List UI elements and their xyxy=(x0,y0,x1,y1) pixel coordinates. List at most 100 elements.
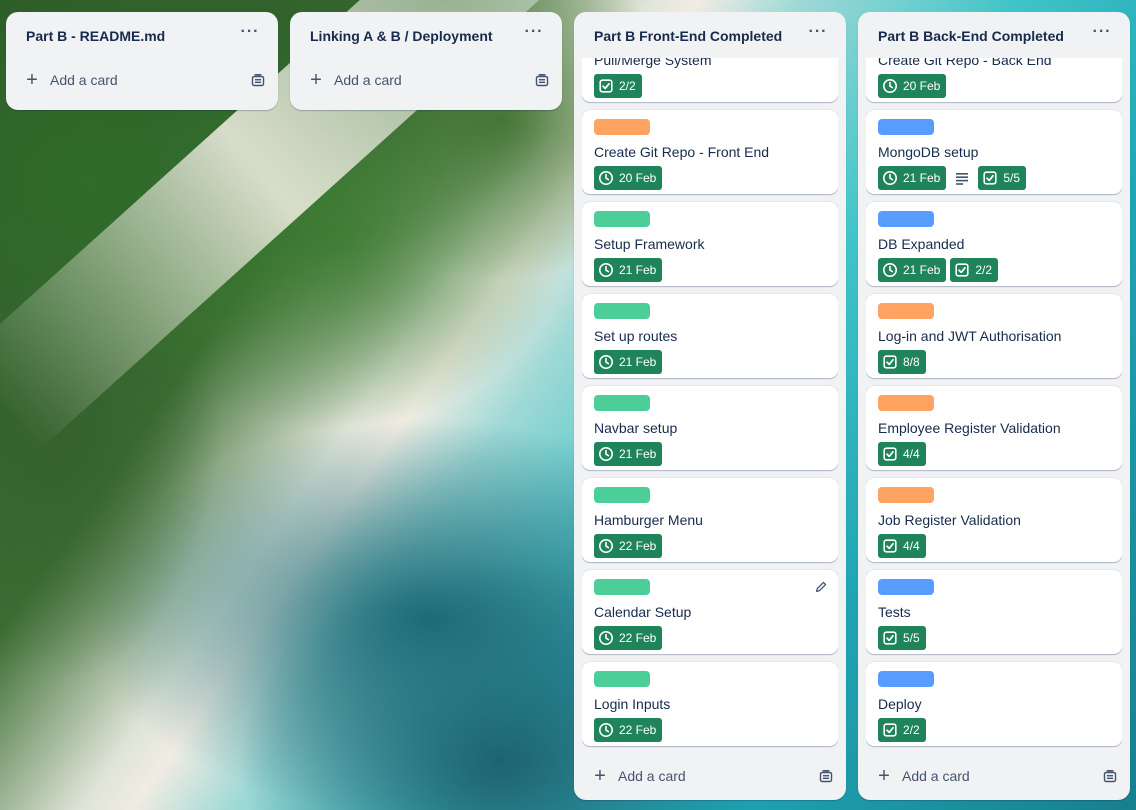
clock-icon xyxy=(598,722,614,738)
add-card-label: Add a card xyxy=(50,72,118,88)
list-menu-button[interactable]: ··· xyxy=(518,20,550,52)
checklist-icon xyxy=(982,170,998,186)
card-label-blue[interactable] xyxy=(878,671,934,687)
card-label-orange[interactable] xyxy=(878,303,934,319)
description-icon xyxy=(950,166,974,190)
add-card-button[interactable]: + Add a card xyxy=(590,766,686,786)
list-linking-deployment: Linking A & B / Deployment ··· + Add a c… xyxy=(290,12,562,110)
list-title[interactable]: Part B - README.md xyxy=(26,28,165,44)
list-menu-button[interactable]: ··· xyxy=(234,20,266,52)
list-header: Part B - README.md ··· xyxy=(6,12,278,60)
due-date-badge[interactable]: 21 Feb xyxy=(594,258,663,282)
card[interactable]: Set up routes 21 Feb xyxy=(582,294,838,378)
clock-icon xyxy=(598,630,614,646)
checklist-badge[interactable]: 5/5 xyxy=(878,626,926,650)
card[interactable]: Pull/Merge System 2/2 xyxy=(582,58,838,102)
badge-text: 20 Feb xyxy=(903,79,941,93)
list-title[interactable]: Part B Front-End Completed xyxy=(594,28,782,44)
card[interactable]: Calendar Setup 22 Feb xyxy=(582,570,838,654)
checklist-badge[interactable]: 2/2 xyxy=(594,74,642,98)
card-label-green[interactable] xyxy=(594,579,650,595)
card[interactable]: Log-in and JWT Authorisation 8/8 xyxy=(866,294,1122,378)
badge-text: 21 Feb xyxy=(903,171,941,185)
due-date-badge[interactable]: 22 Feb xyxy=(594,626,663,650)
card-label-orange[interactable] xyxy=(594,119,650,135)
badge-text: 4/4 xyxy=(903,447,920,461)
badge-text: 20 Feb xyxy=(619,171,657,185)
add-card-button[interactable]: + Add a card xyxy=(874,766,970,786)
card-badges: 4/4 xyxy=(878,442,1110,466)
badge-text: 5/5 xyxy=(903,631,920,645)
card-label-orange[interactable] xyxy=(878,395,934,411)
card[interactable]: Login Inputs 22 Feb xyxy=(582,662,838,746)
add-card-row: + Add a card xyxy=(858,756,1130,796)
card[interactable]: Navbar setup 21 Feb xyxy=(582,386,838,470)
checklist-badge[interactable]: 2/2 xyxy=(950,258,999,282)
due-date-badge[interactable]: 20 Feb xyxy=(594,166,663,190)
plus-icon: + xyxy=(594,765,606,787)
checklist-badge[interactable]: 8/8 xyxy=(878,350,926,374)
card[interactable]: Create Git Repo - Back End 20 Feb xyxy=(866,58,1122,102)
add-card-button[interactable]: + Add a card xyxy=(22,70,118,90)
due-date-badge[interactable]: 21 Feb xyxy=(878,166,947,190)
badge-text: 21 Feb xyxy=(619,355,657,369)
due-date-badge[interactable]: 21 Feb xyxy=(594,442,663,466)
card-label-green[interactable] xyxy=(594,211,650,227)
card-label-green[interactable] xyxy=(594,487,650,503)
card-container[interactable]: Create Git Repo - Back End 20 Feb MongoDB … xyxy=(866,58,1122,754)
card[interactable]: Deploy 2/2 xyxy=(866,662,1122,746)
pencil-icon[interactable] xyxy=(814,580,828,599)
card-label-green[interactable] xyxy=(594,303,650,319)
card-badges: 22 Feb xyxy=(594,534,826,558)
list-back-end-completed: Part B Back-End Completed ··· Create Git… xyxy=(858,12,1130,800)
card-container[interactable]: Pull/Merge System 2/2 Create Git Repo - Fr… xyxy=(582,58,838,754)
card-template-icon[interactable] xyxy=(1102,768,1118,784)
card-badges: 5/5 xyxy=(878,626,1110,650)
card-title: Calendar Setup xyxy=(594,604,692,620)
card-template-icon[interactable] xyxy=(534,72,550,88)
card-title: DB Expanded xyxy=(878,236,965,252)
list-menu-button[interactable]: ··· xyxy=(1086,20,1118,52)
card-label-blue[interactable] xyxy=(878,211,934,227)
checklist-badge[interactable]: 4/4 xyxy=(878,534,926,558)
card-label-green[interactable] xyxy=(594,395,650,411)
clock-icon xyxy=(598,538,614,554)
card[interactable]: Employee Register Validation 4/4 xyxy=(866,386,1122,470)
checklist-icon xyxy=(954,262,970,278)
due-date-badge[interactable]: 20 Feb xyxy=(878,74,947,98)
card-label-blue[interactable] xyxy=(878,579,934,595)
card[interactable]: DB Expanded 21 Feb 2/2 xyxy=(866,202,1122,286)
card[interactable]: MongoDB setup 21 Feb 5/5 xyxy=(866,110,1122,194)
card-label-blue[interactable] xyxy=(878,119,934,135)
card[interactable]: Tests 5/5 xyxy=(866,570,1122,654)
list-title[interactable]: Linking A & B / Deployment xyxy=(310,28,493,44)
card[interactable]: Job Register Validation 4/4 xyxy=(866,478,1122,562)
card[interactable]: Hamburger Menu 22 Feb xyxy=(582,478,838,562)
checklist-badge[interactable]: 2/2 xyxy=(878,718,926,742)
card-badges: 21 Feb 5/5 xyxy=(878,166,1110,190)
list-header: Part B Back-End Completed ··· xyxy=(858,12,1130,60)
due-date-badge[interactable]: 21 Feb xyxy=(878,258,947,282)
due-date-badge[interactable]: 22 Feb xyxy=(594,718,663,742)
checklist-badge[interactable]: 4/4 xyxy=(878,442,926,466)
list-header: Part B Front-End Completed ··· xyxy=(574,12,846,60)
badge-text: 2/2 xyxy=(903,723,920,737)
due-date-badge[interactable]: 21 Feb xyxy=(594,350,663,374)
card-template-icon[interactable] xyxy=(818,768,834,784)
checklist-badge[interactable]: 5/5 xyxy=(978,166,1027,190)
list-title[interactable]: Part B Back-End Completed xyxy=(878,28,1064,44)
card-title: Pull/Merge System xyxy=(594,58,712,68)
badge-text: 22 Feb xyxy=(619,539,657,553)
add-card-button[interactable]: + Add a card xyxy=(306,70,402,90)
card[interactable]: Create Git Repo - Front End 20 Feb xyxy=(582,110,838,194)
card-template-icon[interactable] xyxy=(250,72,266,88)
add-card-label: Add a card xyxy=(334,72,402,88)
card-label-green[interactable] xyxy=(594,671,650,687)
card[interactable]: Setup Framework 21 Feb xyxy=(582,202,838,286)
list-menu-button[interactable]: ··· xyxy=(802,20,834,52)
due-date-badge[interactable]: 22 Feb xyxy=(594,534,663,558)
card-label-orange[interactable] xyxy=(878,487,934,503)
checklist-icon xyxy=(882,354,898,370)
clock-icon xyxy=(598,170,614,186)
clock-icon xyxy=(882,78,898,94)
